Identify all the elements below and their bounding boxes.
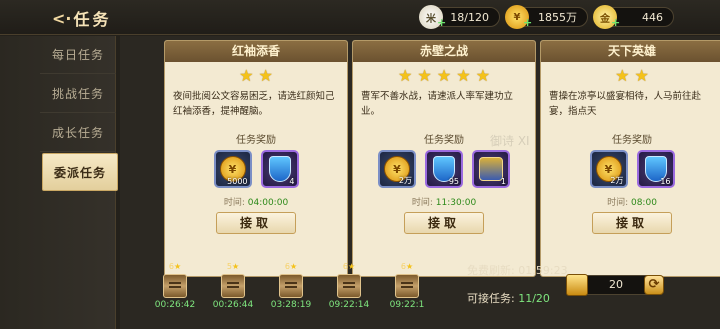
accept-label: 可接任务: xyxy=(467,292,515,305)
refresh-label: 免费刷新: xyxy=(467,264,515,277)
time-value: 08:00 xyxy=(630,198,657,208)
card-title: 赤壁之战 xyxy=(353,41,535,62)
reward-coin[interactable]: ¥5000 xyxy=(213,150,252,188)
shield-icon xyxy=(268,156,291,182)
scroll-icon xyxy=(395,274,419,298)
refresh-time: 01:59:23 xyxy=(518,264,568,277)
star-icon: ★ xyxy=(173,262,182,271)
card-description: 夜间批阅公文容易困乏，请选红颜知己红袖添香，提神醒脑。 xyxy=(173,91,335,117)
tab-growth[interactable]: 成长任务 xyxy=(40,114,116,152)
task-card: 赤壁之战 ★ ★ ★ ★ ★ 曹军不善水战，请速派人率军建功立业。 任务奖励 ¥… xyxy=(352,40,536,277)
time-label: 时间: xyxy=(607,198,629,208)
top-bar: <· 任务 米 + 18/120 ¥ + 1855万 金 + 446 xyxy=(0,0,720,35)
reward-armor[interactable]: 1 xyxy=(472,150,510,188)
page-title: 任务 xyxy=(73,10,112,29)
dispatch-slot[interactable]: 6★ 00:26:42 xyxy=(150,262,200,322)
card-stars: ★ ★ xyxy=(165,64,347,86)
tab-dispatch[interactable]: 委派任务 xyxy=(42,153,118,191)
add-rice-icon[interactable]: + xyxy=(437,16,446,29)
free-refresh: 免费刷新: 01:59:23 xyxy=(467,262,568,278)
accept-value: 11/20 xyxy=(518,292,550,305)
slot-time: 09:22:1 xyxy=(389,300,425,310)
available-tasks: 可接任务: 11/20 xyxy=(467,290,550,306)
sidebar: 每日任务 挑战任务 成长任务 委派任务 xyxy=(0,36,118,329)
add-coin-icon[interactable]: + xyxy=(523,16,532,29)
card-description: 曹操在凉亭以盛宴相待，人马前往赴宴，指点天 xyxy=(549,91,702,117)
slot-time: 09:22:14 xyxy=(328,300,370,310)
gold-value: 446 xyxy=(642,10,663,24)
card-stars: ★ ★ ★ ★ ★ xyxy=(353,64,535,86)
reward-row: ¥2万 95 1 xyxy=(353,150,535,188)
reward-shield[interactable]: 4 xyxy=(260,150,299,188)
back-arrow-icon: <· xyxy=(52,8,72,28)
star-icon: ★ ★ ★ ★ ★ xyxy=(397,65,491,85)
star-icon: ★ xyxy=(405,262,414,271)
reward-shield[interactable]: 95 xyxy=(425,150,463,188)
dispatch-slot[interactable]: 6★ 03:28:19 xyxy=(266,262,316,322)
tab-daily[interactable]: 每日任务 xyxy=(40,36,116,74)
ticket-icon xyxy=(566,274,588,296)
gold-resource: 金 + 446 xyxy=(593,5,674,29)
scroll-icon xyxy=(221,274,245,298)
star-icon: ★ xyxy=(231,262,240,271)
refresh-icon: ⟳ xyxy=(648,277,660,292)
reward-qty: 2万 xyxy=(398,176,412,185)
reward-label: 任务奖励 xyxy=(612,135,652,146)
reward-qty: 16 xyxy=(660,177,671,186)
reward-coin[interactable]: ¥2万 xyxy=(378,150,416,188)
rice-resource: 米 + 18/120 xyxy=(419,5,500,29)
slot-time: 03:28:19 xyxy=(270,300,312,310)
scroll-icon xyxy=(279,274,303,298)
task-card: 天下英雄 ★ ★ 曹操在凉亭以盛宴相待，人马前往赴宴，指点天 任务奖励 ¥2万 … xyxy=(540,40,720,277)
add-gold-icon[interactable]: + xyxy=(611,16,620,29)
ticket-count: 20 xyxy=(609,278,623,291)
dispatch-slot[interactable]: 5★ 00:26:44 xyxy=(208,262,258,322)
reward-qty: 95 xyxy=(448,177,459,186)
accept-button[interactable]: 接取 xyxy=(404,212,484,234)
reward-qty: 5000 xyxy=(227,177,248,186)
reward-coin[interactable]: ¥2万 xyxy=(589,150,628,188)
time-label: 时间: xyxy=(411,198,433,208)
reward-qty: 2万 xyxy=(610,176,624,185)
reward-row: ¥5000 4 xyxy=(165,150,347,188)
time-value: 04:00:00 xyxy=(247,198,289,208)
armor-icon xyxy=(479,157,503,181)
star-icon: ★ ★ xyxy=(615,65,649,85)
coin-value: 1855万 xyxy=(538,11,577,24)
card-description: 曹军不善水战，请速派人率军建功立业。 xyxy=(361,91,514,117)
scroll-icon xyxy=(163,274,187,298)
dispatch-slot[interactable]: 6★ 09:22:14 xyxy=(324,262,374,322)
rice-value: 18/120 xyxy=(450,10,489,24)
slot-time: 00:26:44 xyxy=(212,300,254,310)
accept-button[interactable]: 接取 xyxy=(216,212,296,234)
task-card: 红袖添香 ★ ★ 夜间批阅公文容易困乏，请选红颜知己红袖添香，提神醒脑。 任务奖… xyxy=(164,40,348,277)
dispatch-slot[interactable]: 6★ 09:22:1 xyxy=(382,262,432,322)
slot-time: 00:26:42 xyxy=(154,300,196,310)
card-stars: ★ ★ xyxy=(541,64,720,86)
coin-resource: ¥ + 1855万 xyxy=(505,5,588,29)
tab-challenge[interactable]: 挑战任务 xyxy=(40,75,116,113)
card-title: 红袖添香 xyxy=(165,41,347,62)
reward-qty: 1 xyxy=(500,177,506,186)
card-time: 时间: 04:00:00 xyxy=(165,195,347,208)
watermark: 御诗 XI xyxy=(490,134,530,148)
star-icon: ★ xyxy=(289,262,298,271)
time-value: 11:30:00 xyxy=(435,198,477,208)
star-icon: ★ xyxy=(347,262,356,271)
card-title: 天下英雄 xyxy=(541,41,720,62)
time-label: 时间: xyxy=(223,198,245,208)
accept-button[interactable]: 接取 xyxy=(592,212,672,234)
refresh-button[interactable]: ⟳ xyxy=(644,275,664,295)
card-time: 时间: 08:00 xyxy=(541,195,720,208)
dispatch-slots: 6★ 00:26:42 5★ 00:26:44 6★ 03:28:19 6★ 0… xyxy=(150,262,450,322)
card-time: 时间: 11:30:00 xyxy=(353,195,535,208)
scroll-icon xyxy=(337,274,361,298)
back-button[interactable]: <· 任务 xyxy=(52,6,122,30)
star-icon: ★ ★ xyxy=(239,65,273,85)
reward-qty: 4 xyxy=(289,177,295,186)
reward-row: ¥2万 16 xyxy=(541,150,720,188)
reward-label: 任务奖励 xyxy=(236,135,276,146)
reward-shield[interactable]: 16 xyxy=(636,150,675,188)
